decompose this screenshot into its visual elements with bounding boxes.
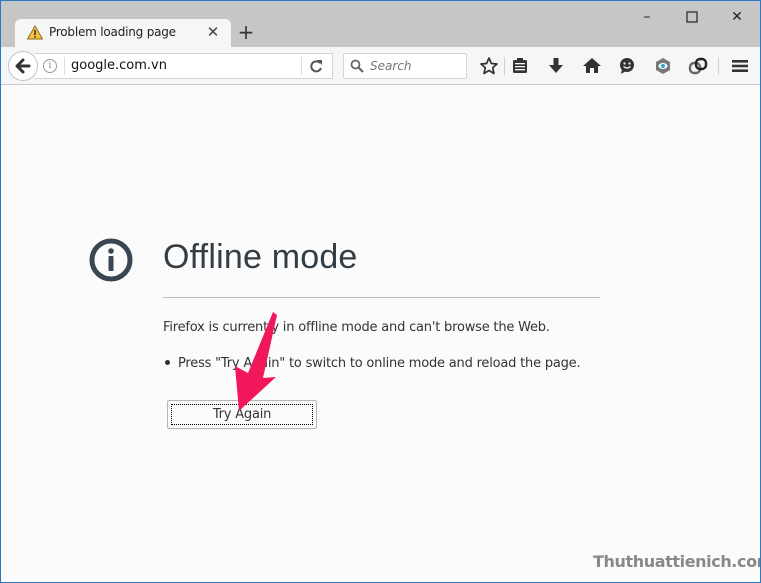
url-bar[interactable]: i google.com.vn xyxy=(35,53,333,79)
minimize-button[interactable]: – xyxy=(633,7,661,27)
menu-icon[interactable] xyxy=(730,56,750,76)
bookmark-star-icon[interactable] xyxy=(479,56,499,76)
tab-close-icon[interactable]: ✕ xyxy=(205,23,221,41)
eye-extension-icon[interactable] xyxy=(653,56,673,76)
search-box[interactable]: Search xyxy=(343,53,467,79)
back-button[interactable] xyxy=(8,51,38,81)
home-icon[interactable] xyxy=(582,56,602,76)
browser-window: Problem loading page ✕ + – ✕ i google.co… xyxy=(0,0,761,583)
maximize-button[interactable] xyxy=(678,7,706,27)
search-icon xyxy=(350,59,364,73)
suggestion-item: Press "Try Again" to switch to online mo… xyxy=(163,356,581,371)
maximize-icon xyxy=(686,11,698,23)
tab-title: Problem loading page xyxy=(49,25,176,39)
search-placeholder: Search xyxy=(370,59,412,73)
reading-list-icon[interactable] xyxy=(510,56,530,76)
error-description: Firefox is currently in offline mode and… xyxy=(163,320,550,335)
warning-icon xyxy=(27,25,43,40)
title-bar: Problem loading page ✕ + – ✕ xyxy=(1,1,760,47)
toolbar-separator xyxy=(718,57,719,75)
back-icon xyxy=(15,58,31,74)
suggestion-text: Press "Try Again" to switch to online mo… xyxy=(178,356,581,371)
new-tab-button[interactable]: + xyxy=(237,19,255,45)
bullet-icon xyxy=(165,360,170,365)
url-text[interactable]: google.com.vn xyxy=(71,58,167,73)
tab-problem-loading[interactable]: Problem loading page ✕ xyxy=(15,19,231,47)
toolbar-separator xyxy=(504,57,505,75)
url-separator xyxy=(64,57,65,75)
try-again-button[interactable]: Try Again xyxy=(167,400,317,429)
reload-icon[interactable] xyxy=(307,56,325,76)
watermark: Thuthuattienich.com xyxy=(593,552,761,571)
try-again-label: Try Again xyxy=(171,404,313,425)
page-content: Offline mode Firefox is currently in off… xyxy=(1,86,760,582)
navigation-toolbar: i google.com.vn Search xyxy=(1,47,760,85)
title-divider xyxy=(163,297,600,298)
info-circle-icon xyxy=(89,238,133,282)
sync-icon[interactable] xyxy=(688,56,708,76)
url-separator xyxy=(301,57,302,75)
info-icon[interactable]: i xyxy=(43,59,57,73)
close-window-button[interactable]: ✕ xyxy=(723,7,751,27)
chat-icon[interactable] xyxy=(617,56,637,76)
page-title: Offline mode xyxy=(163,238,358,276)
download-icon[interactable] xyxy=(546,56,566,76)
